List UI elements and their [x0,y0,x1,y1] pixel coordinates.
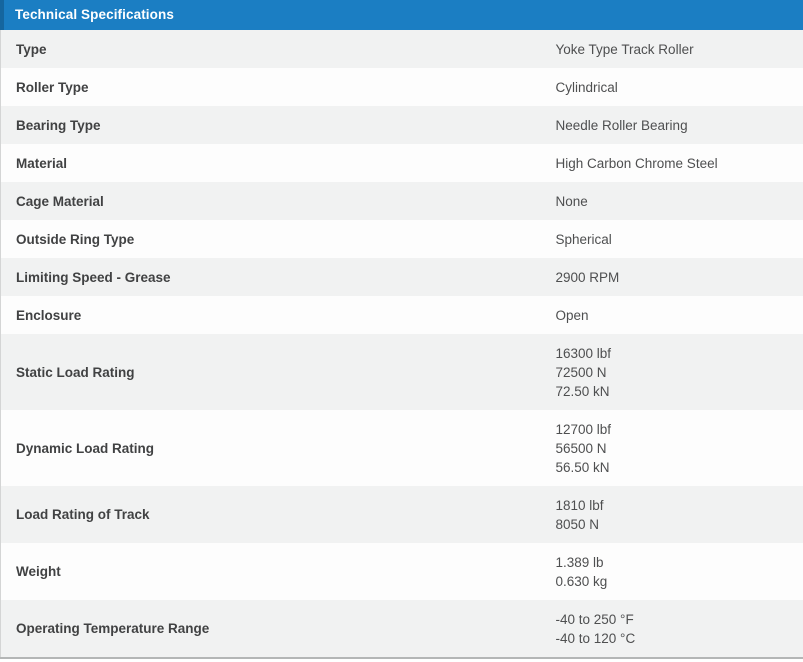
spec-value-line: -40 to 120 °C [555,630,636,646]
spec-value-line: 2900 RPM [555,269,620,285]
spec-value: Open [540,296,803,334]
spec-value-line: 1810 lbf [555,497,604,513]
spec-value-line: 8050 N [555,516,600,532]
spec-label: Type [0,30,541,68]
spec-value-line: High Carbon Chrome Steel [555,155,718,171]
spec-value: Cylindrical [540,68,803,106]
spec-value-line: 1.389 lb [555,554,604,570]
spec-value: -40 to 250 °F -40 to 120 °C [540,600,803,658]
spec-value-line: Spherical [555,231,612,247]
spec-table: Type Yoke Type Track Roller Roller Type … [0,30,803,659]
spec-row: Static Load Rating 16300 lbf 72500 N 72.50… [0,334,803,410]
spec-value-line: 56.50 kN [555,459,610,475]
spec-label: Enclosure [0,296,541,334]
spec-row: Weight 1.389 lb 0.630 kg [0,543,803,600]
panel-header: Technical Specifications [0,0,803,30]
spec-label: Static Load Rating [0,334,541,410]
spec-value-line: -40 to 250 °F [555,611,634,627]
spec-value-line: 12700 lbf [555,421,612,437]
spec-value: 12700 lbf 56500 N 56.50 kN [540,410,803,486]
spec-row: Enclosure Open [0,296,803,334]
spec-row: Load Rating of Track 1810 lbf 8050 N [0,486,803,543]
spec-label: Weight [0,543,541,600]
spec-value-line: None [555,193,588,209]
technical-specifications-panel: Technical Specifications Type Yoke Type … [0,0,803,659]
spec-value: 1810 lbf 8050 N [540,486,803,543]
spec-row: Dynamic Load Rating 12700 lbf 56500 N 56.5… [0,410,803,486]
spec-row: Outside Ring Type Spherical [0,220,803,258]
spec-label: Material [0,144,541,182]
spec-label: Dynamic Load Rating [0,410,541,486]
spec-value: Needle Roller Bearing [540,106,803,144]
spec-row: Operating Temperature Range -40 to 250 °… [0,600,803,658]
spec-value-line: Open [555,307,589,323]
spec-value: 16300 lbf 72500 N 72.50 kN [540,334,803,410]
spec-label: Load Rating of Track [0,486,541,543]
spec-label: Outside Ring Type [0,220,541,258]
spec-value-line: 16300 lbf [555,345,612,361]
spec-label: Limiting Speed - Grease [0,258,541,296]
spec-value-line: 0.630 kg [555,573,608,589]
spec-value-line: 72500 N [555,364,607,380]
spec-value-line: 56500 N [555,440,607,456]
spec-row: Material High Carbon Chrome Steel [0,144,803,182]
spec-value: Spherical [540,220,803,258]
spec-label: Roller Type [0,68,541,106]
spec-label: Cage Material [0,182,541,220]
spec-table-body: Type Yoke Type Track Roller Roller Type … [0,30,803,658]
spec-label: Operating Temperature Range [0,600,541,658]
spec-row: Bearing Type Needle Roller Bearing [0,106,803,144]
spec-row: Type Yoke Type Track Roller [0,30,803,68]
spec-value-line: Needle Roller Bearing [555,117,688,133]
spec-row: Cage Material None [0,182,803,220]
spec-row: Limiting Speed - Grease 2900 RPM [0,258,803,296]
spec-row: Roller Type Cylindrical [0,68,803,106]
spec-value: None [540,182,803,220]
spec-value: 1.389 lb 0.630 kg [540,543,803,600]
spec-value-line: Yoke Type Track Roller [555,41,694,57]
spec-label: Bearing Type [0,106,541,144]
spec-value-line: 72.50 kN [555,383,610,399]
spec-value: 2900 RPM [540,258,803,296]
spec-value-line: Cylindrical [555,79,618,95]
spec-value: Yoke Type Track Roller [540,30,803,68]
spec-value: High Carbon Chrome Steel [540,144,803,182]
